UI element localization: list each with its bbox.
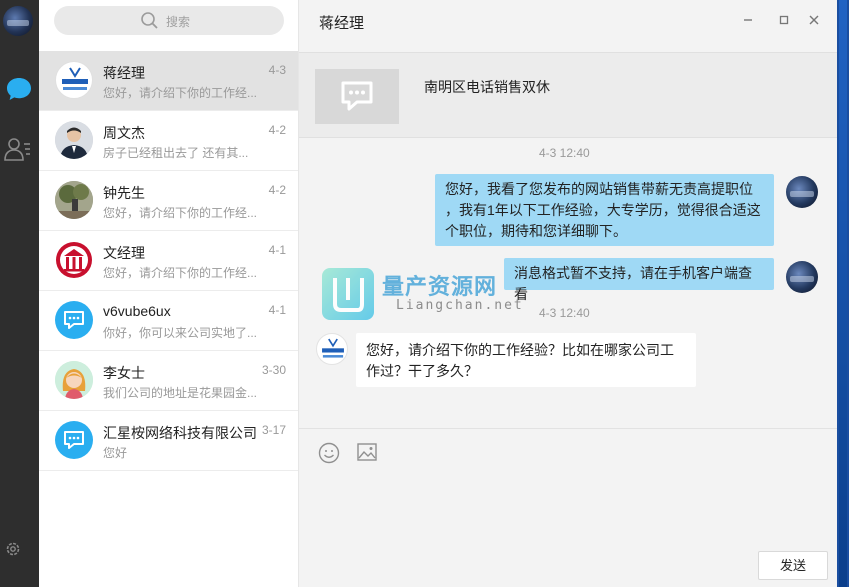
outgoing-message[interactable]: 您好，我看了您发布的网站销售带薪无责高提职位 ，我有1年以下工作经验，大专学历，… — [435, 174, 774, 246]
conversation-item[interactable]: 钟先生 4-2 您好，请介绍下你的工作经... — [39, 171, 298, 231]
message-line: 消息格式暂不支持，请在手机客户端查看 — [514, 265, 752, 302]
person-photo-icon — [55, 121, 93, 159]
job-title: 南明区电话销售双休 — [424, 79, 550, 95]
conversation-item[interactable]: 周文杰 4-2 房子已经租出去了 还有其... — [39, 111, 298, 171]
message-composer[interactable]: 发送 — [299, 428, 837, 587]
conversation-item[interactable]: v6vube6ux 4-1 你好，你可以来公司实地了... — [39, 291, 298, 351]
conversation-name: 汇星桉网络科技有限公司 — [103, 425, 257, 441]
company-logo-avatar — [55, 61, 93, 99]
contact-avatar — [55, 361, 93, 399]
message-line: 您好，我看了您发布的网站销售带薪无责高提职位 — [445, 181, 753, 197]
image-icon[interactable] — [357, 443, 377, 461]
send-button[interactable]: 发送 — [758, 551, 828, 580]
conversation-time: 4-1 — [268, 303, 286, 317]
message-line: 您好，请介绍下你的工作经验？比如在哪家公司工 — [366, 342, 674, 358]
chat-panel: 蒋经理 南明区电话销售双休 4-3 12:40 您好，我看了您发布的网站销售带薪… — [299, 0, 837, 587]
message-line: 个职位，期待和您详细聊下。 — [445, 223, 627, 239]
default-avatar — [55, 301, 93, 339]
landscape-photo-icon — [55, 181, 93, 219]
conversation-preview: 我们公司的地址是花果园金... — [103, 386, 258, 400]
conversation-name: 文经理 — [103, 245, 145, 261]
job-card[interactable]: 南明区电话销售双休 — [299, 52, 837, 138]
conversation-time: 4-1 — [268, 243, 286, 257]
nav-rail — [0, 0, 39, 587]
search-icon — [141, 12, 158, 29]
message-timestamp: 4-3 12:40 — [539, 306, 590, 320]
conversation-item[interactable]: 汇星桉网络科技有限公司 3-17 您好 — [39, 411, 298, 471]
conversation-time: 3-17 — [261, 423, 286, 437]
default-avatar — [55, 421, 93, 459]
company-logo-icon — [62, 67, 88, 90]
emblem-logo-icon — [56, 242, 92, 278]
contact-avatar — [55, 121, 93, 159]
conversation-preview: 您好，请介绍下你的工作经... — [103, 206, 258, 220]
contact-avatar — [316, 333, 348, 365]
contact-avatar — [55, 181, 93, 219]
search-placeholder[interactable]: 搜索 — [166, 13, 190, 30]
conversation-name: 蒋经理 — [103, 65, 145, 81]
message-icon — [64, 431, 84, 449]
conversation-list: 搜索 蒋经理 4-3 您好，请介绍下你的工作经... 周文杰 4-2 房子已经租… — [39, 0, 299, 587]
conversation-name: 李女士 — [103, 365, 145, 381]
maximize-icon[interactable] — [778, 14, 790, 26]
contacts-icon[interactable] — [3, 135, 33, 163]
message-icon — [64, 311, 84, 329]
emoji-icon[interactable] — [318, 442, 340, 464]
conversation-time: 4-2 — [268, 183, 286, 197]
conversation-time: 3-30 — [261, 363, 286, 377]
outgoing-message[interactable]: 消息格式暂不支持，请在手机客户端查看 — [504, 258, 774, 302]
company-logo-icon — [322, 338, 344, 358]
scrollbar[interactable] — [837, 0, 849, 587]
contact-avatar — [55, 241, 93, 279]
conversation-preview: 房子已经租出去了 还有其... — [103, 146, 249, 160]
chat-title: 蒋经理 — [319, 15, 365, 32]
message-line: 作过？干了多久？ — [366, 363, 478, 379]
settings-icon[interactable] — [4, 540, 22, 558]
job-thumbnail — [315, 69, 399, 124]
user-avatar[interactable] — [3, 6, 33, 36]
conversation-time: 4-2 — [268, 123, 286, 137]
chat-icon[interactable] — [4, 74, 34, 104]
my-avatar — [786, 261, 818, 293]
minimize-icon[interactable] — [742, 14, 754, 26]
conversation-preview: 您好，请介绍下你的工作经... — [103, 86, 258, 100]
message-icon — [341, 81, 373, 111]
conversation-preview: 您好，请介绍下你的工作经... — [103, 266, 258, 280]
conversation-item[interactable]: 蒋经理 4-3 您好，请介绍下你的工作经... — [39, 51, 298, 111]
message-line: ，我有1年以下工作经验，大专学历，觉得很合适这 — [445, 202, 761, 218]
conversation-name: 钟先生 — [103, 185, 145, 201]
close-icon[interactable] — [808, 14, 820, 26]
incoming-message[interactable]: 您好，请介绍下你的工作经验？比如在哪家公司工 作过？干了多久？ — [356, 333, 696, 387]
conversation-item[interactable]: 文经理 4-1 您好，请介绍下你的工作经... — [39, 231, 298, 291]
conversation-item[interactable]: 李女士 3-30 我们公司的地址是花果园金... — [39, 351, 298, 411]
conversation-name: v6vube6ux — [103, 303, 171, 319]
conversation-time: 4-3 — [268, 63, 286, 77]
cartoon-girl-icon — [55, 361, 93, 399]
search-bar[interactable]: 搜索 — [54, 6, 284, 35]
conversation-preview: 您好 — [103, 446, 128, 460]
my-avatar — [786, 176, 818, 208]
message-timestamp: 4-3 12:40 — [539, 146, 590, 160]
conversation-name: 周文杰 — [103, 125, 145, 141]
conversation-preview: 你好，你可以来公司实地了... — [103, 326, 258, 340]
